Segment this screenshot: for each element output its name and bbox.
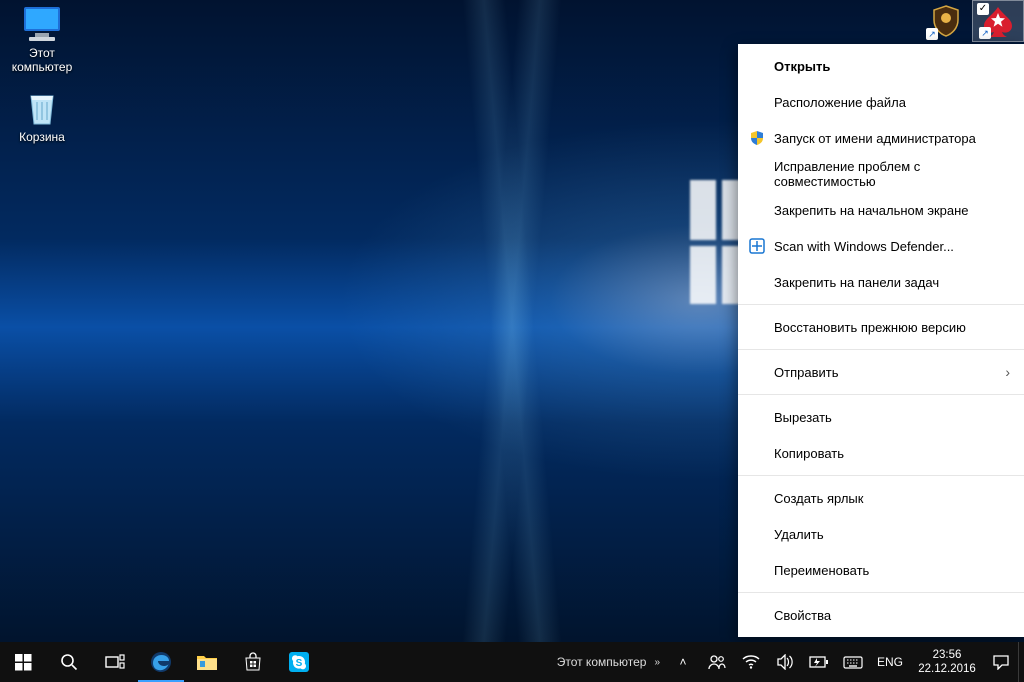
menu-item-restore-previous[interactable]: Восстановить прежнюю версию: [738, 309, 1024, 345]
menu-item-label: Исправление проблем с совместимостью: [774, 159, 1010, 189]
folder-icon: [196, 653, 218, 671]
menu-item-open[interactable]: Открыть: [738, 48, 1024, 84]
menu-item-label: Создать ярлык: [774, 491, 863, 506]
desktop[interactable]: Этот компьютер Корзина ↗ ✓: [0, 0, 1024, 682]
taskbar-app-skype[interactable]: S: [276, 642, 322, 682]
menu-item-label: Копировать: [774, 446, 844, 461]
menu-item-label: Отправить: [774, 365, 838, 380]
menu-item-properties[interactable]: Свойства: [738, 597, 1024, 633]
skype-icon: S: [288, 651, 310, 673]
tray-volume[interactable]: [768, 642, 802, 682]
taskbar: S Этот компьютер » ˄ ENG 23:56 22.12.201…: [0, 642, 1024, 682]
menu-item-scan-defender[interactable]: Scan with Windows Defender...: [738, 228, 1024, 264]
shortcut-overlay-icon: ↗: [926, 28, 938, 40]
pokerstars-shortcut[interactable]: ✓ ↗: [972, 0, 1024, 42]
tray-battery[interactable]: [802, 642, 836, 682]
menu-item-label: Свойства: [774, 608, 831, 623]
desktop-icon-this-pc[interactable]: Этот компьютер: [6, 4, 78, 74]
menu-item-label: Закрепить на начальном экране: [774, 203, 969, 218]
shield-shortcut[interactable]: ↗: [920, 0, 972, 42]
menu-item-run-as-admin[interactable]: Запуск от имени администратора: [738, 120, 1024, 156]
task-view-button[interactable]: [92, 642, 138, 682]
menu-item-file-location[interactable]: Расположение файла: [738, 84, 1024, 120]
menu-item-label: Удалить: [774, 527, 824, 542]
menu-item-label: Расположение файла: [774, 95, 906, 110]
show-desktop-button[interactable]: [1018, 642, 1024, 682]
menu-separator: [738, 592, 1024, 593]
menu-item-label: Восстановить прежнюю версию: [774, 320, 966, 335]
taskbar-app-explorer[interactable]: [184, 642, 230, 682]
menu-item-copy[interactable]: Копировать: [738, 435, 1024, 471]
taskbar-app-store[interactable]: [230, 642, 276, 682]
context-menu: Открыть Расположение файла Запуск от име…: [738, 44, 1024, 637]
taskbar-overflow-chevron[interactable]: »: [654, 657, 660, 668]
uac-shield-icon: [748, 129, 766, 147]
task-view-icon: [105, 654, 125, 670]
shortcut-overlay-icon: ↗: [979, 27, 991, 39]
desktop-icon-label: Корзина: [19, 130, 65, 144]
desktop-icon-recycle-bin[interactable]: Корзина: [6, 88, 78, 144]
menu-item-pin-taskbar[interactable]: Закрепить на панели задач: [738, 264, 1024, 300]
menu-item-delete[interactable]: Удалить: [738, 516, 1024, 552]
people-icon: [708, 654, 726, 670]
checkmark-icon: ✓: [977, 3, 989, 15]
menu-item-label: Переименовать: [774, 563, 869, 578]
desktop-icon-label: Этот компьютер: [12, 46, 73, 74]
tray-clock[interactable]: 23:56 22.12.2016: [910, 643, 984, 681]
menu-item-label: Запуск от имени администратора: [774, 131, 976, 146]
clock-date: 22.12.2016: [914, 662, 980, 676]
edge-icon: [150, 651, 172, 673]
battery-icon: [809, 656, 829, 668]
windows-logo-icon: [15, 654, 32, 671]
svg-text:S: S: [296, 658, 303, 669]
tray-action-center[interactable]: [984, 642, 1018, 682]
search-icon: [60, 653, 78, 671]
tray-network[interactable]: [734, 642, 768, 682]
speaker-icon: [776, 654, 794, 670]
tray-show-hidden[interactable]: ˄: [666, 642, 700, 682]
menu-item-create-shortcut[interactable]: Создать ярлык: [738, 480, 1024, 516]
chevron-up-icon: ˄: [679, 655, 686, 669]
computer-icon: [20, 4, 64, 44]
menu-item-label: Открыть: [774, 59, 830, 74]
tray-input-indicator[interactable]: [836, 642, 870, 682]
clock-time: 23:56: [914, 648, 980, 662]
menu-item-label: Вырезать: [774, 410, 832, 425]
desktop-shortcuts-top-right: ↗ ✓ ↗: [920, 0, 1024, 42]
menu-item-label: Scan with Windows Defender...: [774, 239, 954, 254]
menu-item-send-to[interactable]: Отправить ›: [738, 354, 1024, 390]
menu-item-label: Закрепить на панели задач: [774, 275, 939, 290]
menu-item-pin-start[interactable]: Закрепить на начальном экране: [738, 192, 1024, 228]
taskbar-app-edge[interactable]: [138, 642, 184, 682]
search-button[interactable]: [46, 642, 92, 682]
taskbar-active-window-title: Этот компьютер: [557, 655, 647, 669]
language-label: ENG: [877, 655, 903, 669]
tray-language[interactable]: ENG: [870, 642, 910, 682]
notification-icon: [992, 654, 1010, 670]
start-button[interactable]: [0, 642, 46, 682]
defender-icon: [748, 237, 766, 255]
menu-item-compatibility[interactable]: Исправление проблем с совместимостью: [738, 156, 1024, 192]
system-tray: ˄ ENG 23:56 22.12.2016: [666, 642, 1024, 682]
menu-separator: [738, 475, 1024, 476]
chevron-right-icon: ›: [1005, 364, 1010, 380]
menu-separator: [738, 349, 1024, 350]
keyboard-icon: [843, 654, 863, 670]
menu-item-rename[interactable]: Переименовать: [738, 552, 1024, 588]
menu-item-cut[interactable]: Вырезать: [738, 399, 1024, 435]
recycle-bin-icon: [20, 88, 64, 128]
tray-people[interactable]: [700, 642, 734, 682]
store-icon: [243, 652, 263, 672]
menu-separator: [738, 304, 1024, 305]
menu-separator: [738, 394, 1024, 395]
wifi-icon: [742, 655, 760, 669]
